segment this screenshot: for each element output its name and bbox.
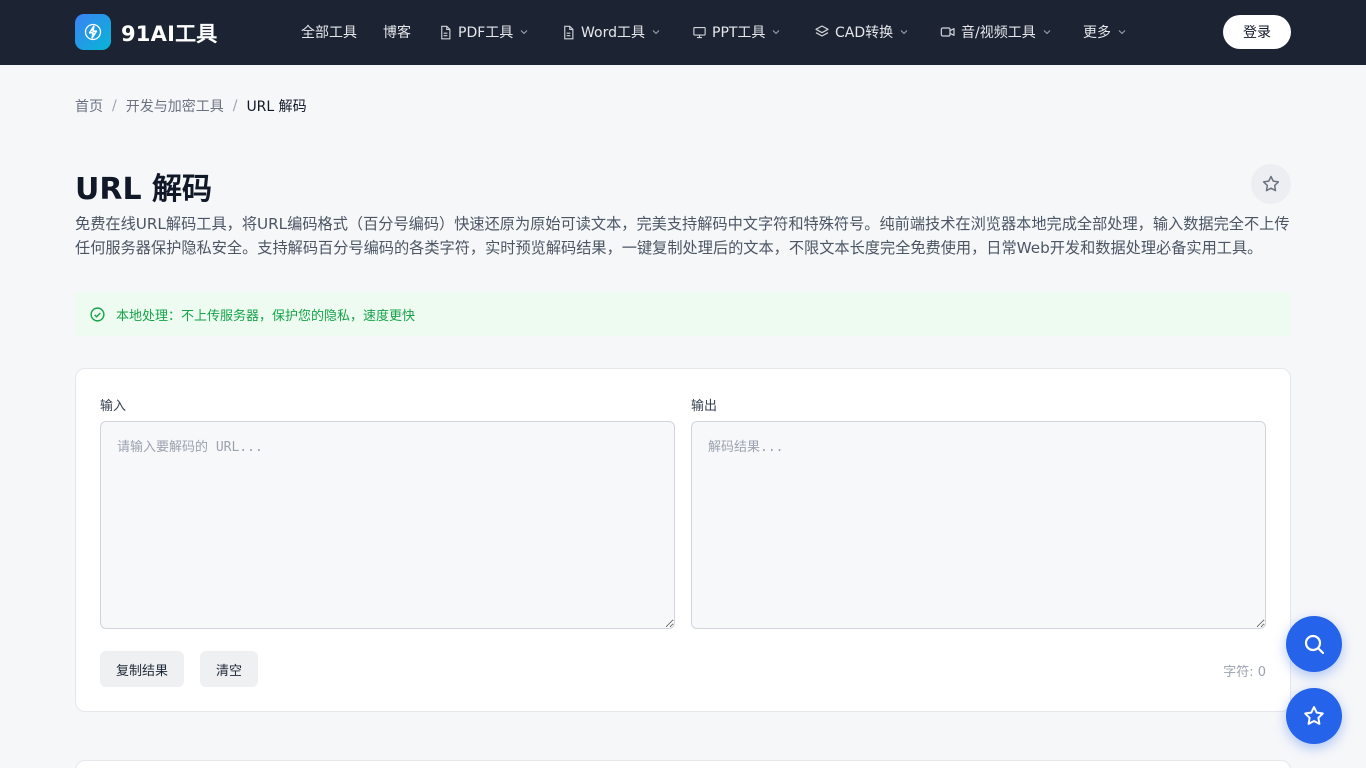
floating-favorite-button[interactable]	[1286, 688, 1342, 744]
login-button[interactable]: 登录	[1223, 15, 1291, 49]
star-icon	[1262, 175, 1280, 192]
video-icon	[940, 27, 955, 37]
nav-ppt-tools[interactable]: PPT工具	[692, 22, 782, 42]
decode-output[interactable]	[691, 421, 1266, 629]
clear-button[interactable]: 清空	[200, 651, 259, 687]
nav-label: PPT工具	[712, 25, 766, 41]
input-label: 输入	[100, 399, 127, 414]
breadcrumb-separator: /	[232, 98, 238, 114]
chevron-down-icon	[1043, 30, 1051, 35]
presentation-icon	[693, 26, 706, 38]
layers-icon	[815, 25, 829, 37]
floating-search-button[interactable]	[1286, 616, 1342, 672]
nav-label: PDF工具	[458, 25, 514, 41]
breadcrumb-category[interactable]: 开发与加密工具	[126, 96, 224, 116]
nav-all-tools[interactable]: 全部工具	[301, 22, 357, 42]
notice-text: 本地处理：不上传服务器，保护您的隐私，速度更快	[116, 308, 416, 324]
nav-label: 更多	[1083, 25, 1111, 41]
page-description: 免费在线URL解码工具，将URL编码格式（百分号编码）快速还原为原始可读文本，完…	[75, 215, 1290, 257]
nav-label: 博客	[383, 25, 411, 41]
url-input[interactable]	[100, 421, 675, 629]
nav-word-tools[interactable]: Word工具	[561, 22, 662, 42]
breadcrumb-separator: /	[112, 98, 117, 114]
nav-label: 全部工具	[301, 25, 357, 41]
copy-result-button[interactable]: 复制结果	[100, 651, 185, 687]
check-circle-icon	[90, 306, 105, 322]
local-processing-notice: 本地处理：不上传服务器，保护您的隐私，速度更快	[75, 292, 1291, 336]
top-navbar: 91AI工具 全部工具 博客 PDF工具 Word工具 PPT工具 CAD转换 …	[0, 0, 1366, 65]
nav-cad-convert[interactable]: CAD转换	[814, 22, 910, 42]
star-icon	[1304, 706, 1324, 725]
document-icon	[564, 25, 574, 39]
chevron-down-icon	[1118, 30, 1126, 35]
nav-label: 音/视频工具	[961, 25, 1036, 41]
chevron-down-icon	[773, 30, 780, 35]
nav-more[interactable]: 更多	[1083, 22, 1128, 42]
logo-lightning-icon[interactable]	[75, 14, 111, 50]
chevron-down-icon	[520, 30, 528, 35]
char-count: 字符: 0	[1223, 665, 1266, 680]
nav-label: CAD转换	[835, 25, 894, 41]
breadcrumb-home[interactable]: 首页	[75, 96, 103, 116]
page-title: URL 解码	[75, 172, 213, 207]
next-section-card	[75, 760, 1291, 768]
nav-pdf-tools[interactable]: PDF工具	[438, 22, 530, 42]
favorite-button[interactable]	[1251, 164, 1291, 204]
breadcrumb: 首页 / 开发与加密工具 / URL 解码	[75, 96, 307, 116]
document-icon	[441, 25, 451, 39]
nav-audio-video-tools[interactable]: 音/视频工具	[940, 22, 1053, 42]
nav-label: Word工具	[581, 25, 645, 41]
chevron-down-icon	[900, 30, 908, 35]
search-icon	[1304, 634, 1325, 655]
output-label: 输出	[691, 399, 718, 414]
brand-name[interactable]: 91AI工具	[121, 18, 218, 48]
breadcrumb-current: URL 解码	[246, 99, 307, 115]
chevron-down-icon	[652, 30, 660, 35]
nav-blog[interactable]: 博客	[383, 22, 411, 42]
